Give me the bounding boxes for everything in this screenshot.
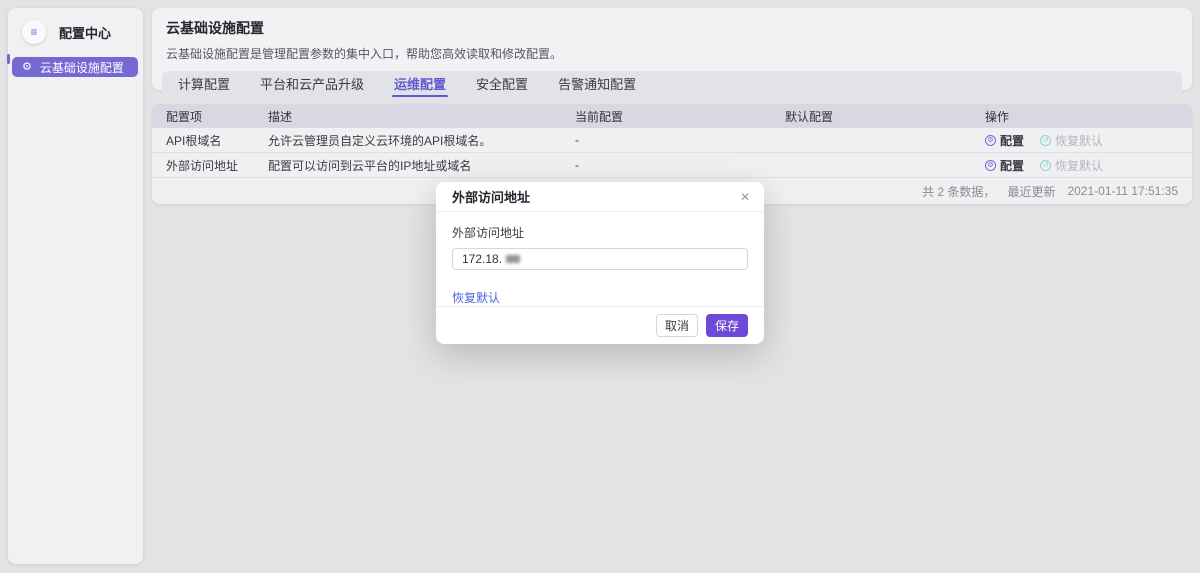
config-button-label: 配置 xyxy=(1000,157,1024,174)
tab-alert-notification-config[interactable]: 告警通知配置 xyxy=(558,71,636,99)
tab-platform-upgrade[interactable]: 平台和云产品升级 xyxy=(260,71,364,99)
gear-icon: ⚙ xyxy=(22,62,32,73)
modal-header: 外部访问地址 ✕ xyxy=(436,182,764,212)
sidebar-item-cloud-infrastructure-config[interactable]: ⚙ 云基础设施配置 xyxy=(12,57,138,77)
external-access-address-modal: 外部访问地址 ✕ 外部访问地址 172.18. 恢复默认 取消 保存 xyxy=(436,182,764,344)
cell-config-item: API根域名 xyxy=(166,132,268,149)
page-title: 云基础设施配置 xyxy=(166,18,1182,38)
external-address-value: 172.18. xyxy=(462,252,502,266)
table-header-row: 配置项 描述 当前配置 默认配置 操作 xyxy=(152,104,1192,128)
restore-reset-icon: ↺ xyxy=(1040,160,1051,171)
sidebar-title: 配置中心 xyxy=(59,23,111,42)
modal-body: 外部访问地址 172.18. 恢复默认 xyxy=(436,212,764,307)
col-header-default-config: 默认配置 xyxy=(785,108,985,125)
header-card: 云基础设施配置 云基础设施配置是管理配置参数的集中入口，帮助您高效读取和修改配置… xyxy=(152,8,1192,90)
col-header-config-item: 配置项 xyxy=(166,108,268,125)
cell-current-config: - xyxy=(575,133,785,147)
external-address-input[interactable]: 172.18. xyxy=(452,248,748,270)
external-address-field-label: 外部访问地址 xyxy=(452,224,748,241)
tab-security-config[interactable]: 安全配置 xyxy=(476,71,528,99)
cell-description: 允许云管理员自定义云环境的API根域名。 xyxy=(268,132,575,149)
config-button[interactable]: ⚙ 配置 xyxy=(985,157,1024,174)
col-header-description: 描述 xyxy=(268,108,575,125)
config-button[interactable]: ⚙ 配置 xyxy=(985,132,1024,149)
config-button-label: 配置 xyxy=(1000,132,1024,149)
table-row: API根域名 允许云管理员自定义云环境的API根域名。 - ⚙ 配置 ↺ 恢复默… xyxy=(152,128,1192,153)
cell-description: 配置可以访问到云平台的IP地址或域名 xyxy=(268,157,575,174)
tab-ops-config[interactable]: 运维配置 xyxy=(394,71,446,99)
cancel-button[interactable]: 取消 xyxy=(656,314,698,337)
cell-operations: ⚙ 配置 ↺ 恢复默认 xyxy=(985,157,1178,174)
restore-button-label: 恢复默认 xyxy=(1055,132,1103,149)
cell-config-item: 外部访问地址 xyxy=(166,157,268,174)
restore-default-button[interactable]: ↺ 恢复默认 xyxy=(1040,132,1103,149)
sidebar-item-label: 云基础设施配置 xyxy=(40,59,124,76)
last-updated-time: 2021-01-11 17:51:35 xyxy=(1067,184,1178,198)
table-row: 外部访问地址 配置可以访问到云平台的IP地址或域名 - ⚙ 配置 ↺ 恢复默认 xyxy=(152,153,1192,178)
col-header-current-config: 当前配置 xyxy=(575,108,785,125)
masked-ip-segment xyxy=(506,255,520,263)
page-description: 云基础设施配置是管理配置参数的集中入口，帮助您高效读取和修改配置。 xyxy=(166,45,1182,62)
last-updated-label: 最近更新 xyxy=(1007,183,1055,200)
modal-footer: 取消 保存 xyxy=(436,306,764,344)
save-button[interactable]: 保存 xyxy=(706,314,748,337)
row-count: 共 2 条数据， xyxy=(922,183,995,200)
sidebar: ≡ 配置中心 ⚙ 云基础设施配置 xyxy=(8,8,143,564)
active-item-accent-bar xyxy=(7,54,10,64)
col-header-operations: 操作 xyxy=(985,108,1178,125)
tab-bar: 计算配置 平台和云产品升级 运维配置 安全配置 告警通知配置 xyxy=(162,71,1182,99)
cell-current-config: - xyxy=(575,158,785,172)
tab-compute-config[interactable]: 计算配置 xyxy=(178,71,230,99)
close-icon[interactable]: ✕ xyxy=(740,190,750,204)
restore-reset-icon: ↺ xyxy=(1040,135,1051,146)
menu-icon: ≡ xyxy=(30,25,37,39)
cell-operations: ⚙ 配置 ↺ 恢复默认 xyxy=(985,132,1178,149)
restore-default-button[interactable]: ↺ 恢复默认 xyxy=(1040,157,1103,174)
config-gear-icon: ⚙ xyxy=(985,135,996,146)
sidebar-header: ≡ 配置中心 xyxy=(8,8,143,44)
restore-button-label: 恢复默认 xyxy=(1055,157,1103,174)
modal-title: 外部访问地址 xyxy=(452,187,530,206)
config-gear-icon: ⚙ xyxy=(985,160,996,171)
restore-default-link[interactable]: 恢复默认 xyxy=(452,289,500,306)
menu-toggle-button[interactable]: ≡ xyxy=(22,20,46,44)
